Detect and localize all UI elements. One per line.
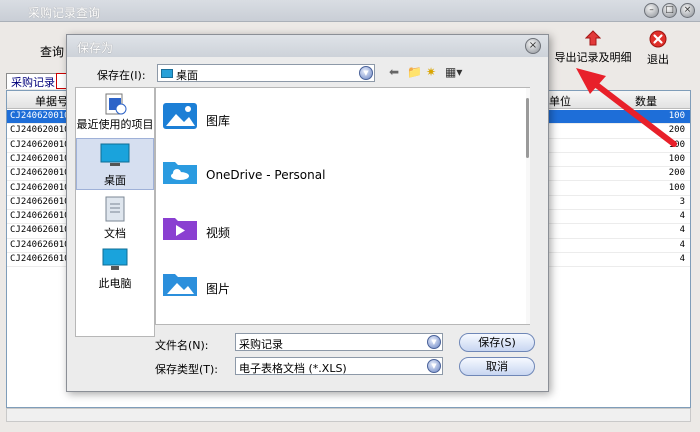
filename-input[interactable]: 采购记录 ▼: [235, 333, 443, 351]
doc-number-cell: CJ240626010: [10, 225, 70, 236]
close-button[interactable]: ×: [680, 3, 695, 18]
dialog-title: 保存为: [77, 41, 114, 55]
save-button[interactable]: 保存(S): [459, 333, 535, 352]
chevron-down-icon[interactable]: ▼: [427, 335, 441, 349]
quantity-cell: 100: [668, 182, 685, 193]
file-name: OneDrive - Personal: [206, 168, 326, 182]
chevron-down-icon[interactable]: ▼: [427, 359, 441, 373]
save-as-dialog: 保存为 × 保存在(I): 桌面 ▼ ⬅ 📁 ✷ ▦▾ 最近使用的项目 桌面 文…: [66, 34, 549, 392]
save-in-label: 保存在(I):: [97, 69, 146, 82]
pictures-folder-icon: [163, 274, 197, 296]
horizontal-scrollbar[interactable]: [6, 408, 691, 422]
file-name: 视频: [206, 226, 231, 240]
chevron-down-icon[interactable]: ▼: [359, 66, 373, 80]
filename-label: 文件名(N):: [155, 339, 209, 352]
videos-folder-icon: [163, 218, 197, 240]
file-name: 图片: [206, 282, 231, 296]
quantity-cell: 4: [679, 239, 685, 250]
doc-number-cell: CJ240626010: [10, 196, 70, 207]
filetype-select[interactable]: 电子表格文档 (*.XLS) ▼: [235, 357, 443, 375]
file-item-gallery[interactable]: 图库: [162, 98, 502, 142]
dialog-titlebar: 保存为 ×: [67, 35, 548, 57]
quantity-cell: 100: [668, 153, 685, 164]
scrollbar-thumb[interactable]: [526, 98, 529, 158]
quantity-cell: 4: [679, 254, 685, 264]
doc-number-cell: CJ240620010: [10, 111, 70, 121]
doc-number-cell: CJ240620010: [10, 153, 70, 164]
tab-purchase-records[interactable]: 采购记录: [6, 73, 60, 89]
place-documents[interactable]: 文档: [76, 194, 154, 240]
main-titlebar: 采购记录查询 – □ ×: [0, 0, 700, 22]
new-folder-icon[interactable]: ✷: [426, 65, 436, 79]
doc-number-cell: CJ240626010: [10, 239, 70, 250]
file-item-pictures[interactable]: 图片: [162, 266, 502, 310]
up-folder-icon[interactable]: 📁: [407, 65, 422, 79]
filename-value: 采购记录: [239, 338, 283, 351]
doc-number-cell: CJ240620010: [10, 182, 70, 193]
doc-number-cell: CJ240626010: [10, 254, 70, 264]
filetype-label: 保存类型(T):: [155, 363, 219, 376]
filetype-value: 电子表格文档 (*.XLS): [239, 362, 347, 375]
onedrive-folder-icon: [163, 162, 197, 184]
place-desktop[interactable]: 桌面: [76, 138, 154, 190]
file-list[interactable]: 图库 OneDrive - Personal 视频 图片: [155, 87, 530, 325]
doc-number-cell: CJ240626010: [10, 211, 70, 222]
window-title: 采购记录查询: [28, 6, 101, 20]
place-recent-items[interactable]: 最近使用的项目: [76, 90, 154, 136]
file-item-videos[interactable]: 视频: [162, 210, 502, 254]
doc-number-cell: CJ240620010: [10, 125, 70, 136]
file-item-onedrive[interactable]: OneDrive - Personal: [162, 154, 502, 198]
dialog-close-button[interactable]: ×: [525, 38, 541, 54]
places-bar: 最近使用的项目 桌面 文档 此电脑: [75, 87, 155, 337]
save-in-dropdown[interactable]: 桌面 ▼: [157, 64, 375, 82]
header-unit[interactable]: 单位: [549, 93, 571, 109]
minimize-button[interactable]: –: [644, 3, 659, 18]
header-doc-number[interactable]: 单据号: [35, 93, 68, 109]
place-label: 桌面: [104, 174, 126, 187]
view-menu-icon[interactable]: ▦▾: [445, 65, 462, 79]
doc-number-cell: CJ240620010: [10, 168, 70, 179]
quantity-cell: 4: [679, 225, 685, 236]
export-up-arrow-icon: [585, 30, 601, 46]
file-name: 图库: [206, 114, 231, 128]
quantity-cell: 4: [679, 211, 685, 222]
quantity-cell: 3: [679, 196, 685, 207]
desktop-icon: [100, 143, 130, 166]
gallery-folder-icon: [163, 103, 197, 129]
save-in-value: 桌面: [176, 69, 198, 82]
desktop-small-icon: [161, 69, 173, 78]
doc-number-cell: CJ240620010: [10, 139, 70, 150]
documents-icon: [105, 196, 125, 222]
annotation-arrow-icon: [576, 68, 677, 147]
back-arrow-icon[interactable]: ⬅: [389, 65, 399, 79]
recent-items-icon: [105, 93, 127, 115]
maximize-button[interactable]: □: [662, 3, 677, 18]
place-this-pc[interactable]: 此电脑: [76, 246, 154, 292]
place-label: 文档: [104, 227, 126, 240]
this-pc-icon: [102, 248, 128, 270]
cancel-button[interactable]: 取消: [459, 357, 535, 376]
quantity-cell: 200: [668, 168, 685, 179]
exit-icon: [649, 30, 667, 48]
place-label: 最近使用的项目: [76, 118, 154, 131]
place-label: 此电脑: [98, 277, 132, 290]
file-list-scrollbar[interactable]: [526, 88, 530, 324]
